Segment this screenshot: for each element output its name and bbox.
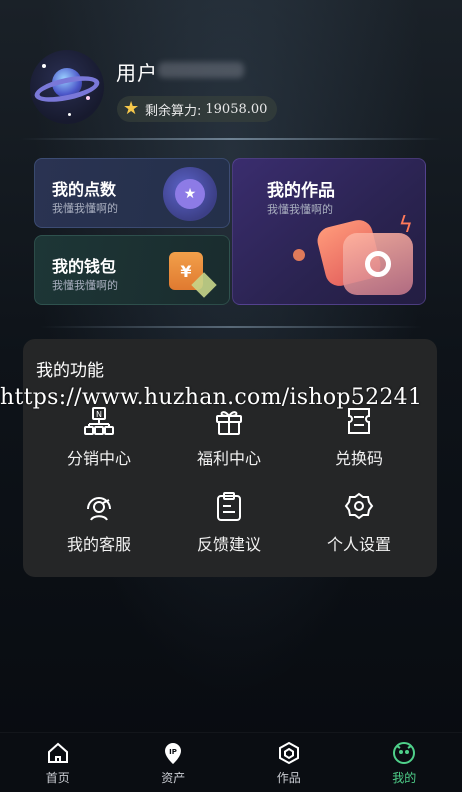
bottom-tab-bar: 首页 IP 资产 作品 我的 xyxy=(0,732,462,792)
my-wallet-card[interactable]: 我的钱包 我懂我懂啊的 ¥ xyxy=(34,235,230,305)
username-redacted xyxy=(158,62,244,78)
header-glow-line xyxy=(20,138,442,140)
compute-value: 19058.00 xyxy=(205,101,268,117)
camera-lens xyxy=(365,251,391,277)
wallet-icon: ¥ xyxy=(165,246,217,298)
function-label: 反馈建议 xyxy=(196,535,261,554)
tab-home[interactable]: 首页 xyxy=(0,733,116,792)
settings-gear-icon xyxy=(343,491,375,523)
function-label: 我的客服 xyxy=(66,535,131,554)
avatar[interactable] xyxy=(30,50,104,124)
welfare-center-button[interactable]: 福利中心 xyxy=(169,405,289,475)
tab-label: 资产 xyxy=(161,771,186,785)
card-title: 我的作品 xyxy=(267,181,335,201)
tab-label: 我的 xyxy=(392,771,417,785)
redeem-code-button[interactable]: 兑换码 xyxy=(299,405,419,475)
smile-face-icon xyxy=(392,741,416,765)
compute-label: 剩余算力: xyxy=(145,103,202,119)
function-label: 兑换码 xyxy=(334,449,383,468)
tab-works[interactable]: 作品 xyxy=(231,733,347,792)
card-title: 我的钱包 xyxy=(52,257,117,276)
tab-mine[interactable]: 我的 xyxy=(347,733,462,792)
hexagon-icon xyxy=(277,741,301,765)
camera-icon: ϟ xyxy=(293,213,421,301)
flash-bolt-icon: ϟ xyxy=(398,213,413,238)
planet-ring xyxy=(32,71,102,107)
card-subtitle: 我懂我懂啊的 xyxy=(52,279,118,292)
personal-settings-button[interactable]: 个人设置 xyxy=(299,491,419,561)
my-points-card[interactable]: 我的点数 我懂我懂啊的 ★ xyxy=(34,158,230,228)
card-subtitle: 我懂我懂啊的 xyxy=(52,202,118,215)
tab-label: 作品 xyxy=(276,771,301,785)
avatar-star xyxy=(42,64,46,68)
clipboard-icon xyxy=(213,491,245,523)
home-icon xyxy=(46,741,70,765)
svg-text:IP: IP xyxy=(169,748,177,756)
feedback-button[interactable]: 反馈建议 xyxy=(169,491,289,561)
tab-assets[interactable]: IP 资产 xyxy=(116,733,232,792)
ip-pin-icon: IP xyxy=(161,741,185,765)
star-icon: ★ xyxy=(123,98,140,119)
username: 用户 xyxy=(116,61,158,85)
function-label: 分销中心 xyxy=(66,449,131,468)
function-label: 福利中心 xyxy=(196,449,261,468)
camera-body xyxy=(343,233,413,295)
tab-label: 首页 xyxy=(45,771,70,785)
my-works-card[interactable]: 我的作品 我懂我懂啊的 ϟ xyxy=(232,158,426,305)
card-title: 我的点数 xyxy=(52,180,117,199)
decor-dot xyxy=(293,249,305,261)
star-glyph: ★ xyxy=(175,179,205,209)
function-label: 个人设置 xyxy=(326,535,391,554)
compute-balance-badge: ★ 剩余算力: 19058.00 xyxy=(117,96,278,122)
svg-text:N: N xyxy=(96,410,102,419)
cards-glow-line xyxy=(40,326,422,328)
avatar-star xyxy=(86,96,90,100)
card-subtitle: 我懂我懂啊的 xyxy=(267,203,333,216)
watermark-text: https://www.huzhan.com/ishop52241 xyxy=(0,385,423,410)
avatar-star xyxy=(68,113,71,116)
customer-service-icon xyxy=(83,491,115,523)
customer-service-button[interactable]: 我的客服 xyxy=(39,491,159,561)
points-star-icon: ★ xyxy=(163,167,217,221)
distribution-center-button[interactable]: N 分销中心 xyxy=(39,405,159,475)
panel-title: 我的功能 xyxy=(36,361,104,381)
